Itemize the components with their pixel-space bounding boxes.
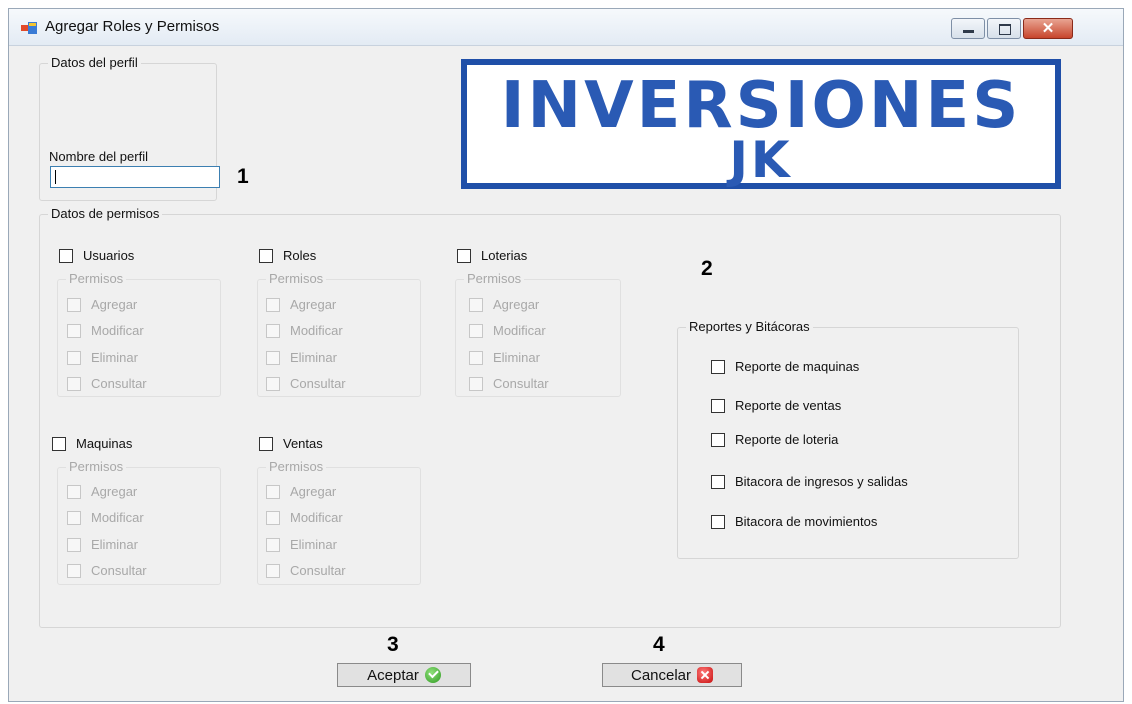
ventas-modificar-checkbox[interactable]: Modificar [266, 510, 343, 525]
checkbox-box[interactable] [457, 248, 471, 263]
cancel-button[interactable]: Cancelar [602, 663, 742, 687]
log-checkbox-movimientos[interactable]: Bitacora de movimientos [711, 514, 877, 529]
profile-group-legend: Datos del perfil [48, 55, 141, 71]
roles-modificar-checkbox[interactable]: Modificar [266, 323, 343, 338]
title-bar: Agregar Roles y Permisos ✕ [9, 9, 1123, 46]
loterias-modificar-checkbox[interactable]: Modificar [469, 323, 546, 338]
roles-eliminar-checkbox[interactable]: Eliminar [266, 350, 337, 365]
permissions-group-legend: Datos de permisos [48, 206, 163, 222]
usuarios-modificar-checkbox[interactable]: Modificar [67, 323, 144, 338]
module-checkbox-roles[interactable]: Roles [259, 248, 316, 263]
checkbox-box[interactable] [259, 248, 273, 263]
module-checkbox-maquinas[interactable]: Maquinas [52, 436, 132, 451]
loterias-eliminar-checkbox[interactable]: Eliminar [469, 350, 540, 365]
dialog-window: Agregar Roles y Permisos ✕ Datos del per… [8, 8, 1124, 702]
reports-group-legend: Reportes y Bitácoras [686, 319, 813, 335]
permissions-subgroup-legend: Permisos [66, 459, 127, 475]
close-button[interactable]: ✕ [1023, 18, 1073, 39]
ventas-consultar-checkbox[interactable]: Consultar [266, 563, 346, 578]
check-circle-icon [424, 667, 441, 683]
maquinas-agregar-checkbox[interactable]: Agregar [67, 484, 137, 499]
close-icon: ✕ [1041, 20, 1055, 37]
maquinas-consultar-checkbox[interactable]: Consultar [67, 563, 147, 578]
cancel-x-icon [697, 667, 714, 683]
usuarios-consultar-checkbox[interactable]: Consultar [67, 376, 147, 391]
loterias-consultar-checkbox[interactable]: Consultar [469, 376, 549, 391]
ventas-agregar-checkbox[interactable]: Agregar [266, 484, 336, 499]
permissions-subgroup-legend: Permisos [464, 271, 525, 287]
roles-consultar-checkbox[interactable]: Consultar [266, 376, 346, 391]
profile-name-input[interactable] [50, 166, 220, 188]
window-title: Agregar Roles y Permisos [45, 18, 220, 35]
loterias-agregar-checkbox[interactable]: Agregar [469, 297, 539, 312]
permissions-subgroup-legend: Permisos [266, 271, 327, 287]
maquinas-modificar-checkbox[interactable]: Modificar [67, 510, 144, 525]
accept-button[interactable]: Aceptar [337, 663, 471, 687]
checkbox-box[interactable] [259, 436, 273, 451]
checkbox-box[interactable] [52, 436, 66, 451]
permissions-subgroup-legend: Permisos [66, 271, 127, 287]
ventas-eliminar-checkbox[interactable]: Eliminar [266, 537, 337, 552]
module-checkbox-loterias[interactable]: Loterias [457, 248, 527, 263]
roles-agregar-checkbox[interactable]: Agregar [266, 297, 336, 312]
annotation-3: 3 [387, 633, 399, 656]
profile-name-label: Nombre del perfil [49, 149, 148, 164]
annotation-1: 1 [237, 165, 249, 188]
maquinas-eliminar-checkbox[interactable]: Eliminar [67, 537, 138, 552]
report-checkbox-loteria[interactable]: Reporte de loteria [711, 432, 838, 447]
company-logo: INVERSIONES JK [461, 59, 1061, 189]
checkbox-box[interactable] [59, 248, 73, 263]
app-window-icon [21, 22, 37, 34]
usuarios-eliminar-checkbox[interactable]: Eliminar [67, 350, 138, 365]
module-checkbox-ventas[interactable]: Ventas [259, 436, 323, 451]
report-checkbox-maquinas[interactable]: Reporte de maquinas [711, 359, 859, 374]
minimize-button[interactable] [951, 18, 985, 39]
log-checkbox-ingresos-salidas[interactable]: Bitacora de ingresos y salidas [711, 474, 908, 489]
permissions-subgroup-legend: Permisos [266, 459, 327, 475]
logo-text-line2: JK [729, 131, 793, 189]
annotation-2: 2 [701, 257, 713, 280]
report-checkbox-ventas[interactable]: Reporte de ventas [711, 398, 841, 413]
maximize-button[interactable] [987, 18, 1021, 39]
usuarios-agregar-checkbox[interactable]: Agregar [67, 297, 137, 312]
text-caret [55, 170, 56, 184]
annotation-4: 4 [653, 633, 665, 656]
module-checkbox-usuarios[interactable]: Usuarios [59, 248, 134, 263]
